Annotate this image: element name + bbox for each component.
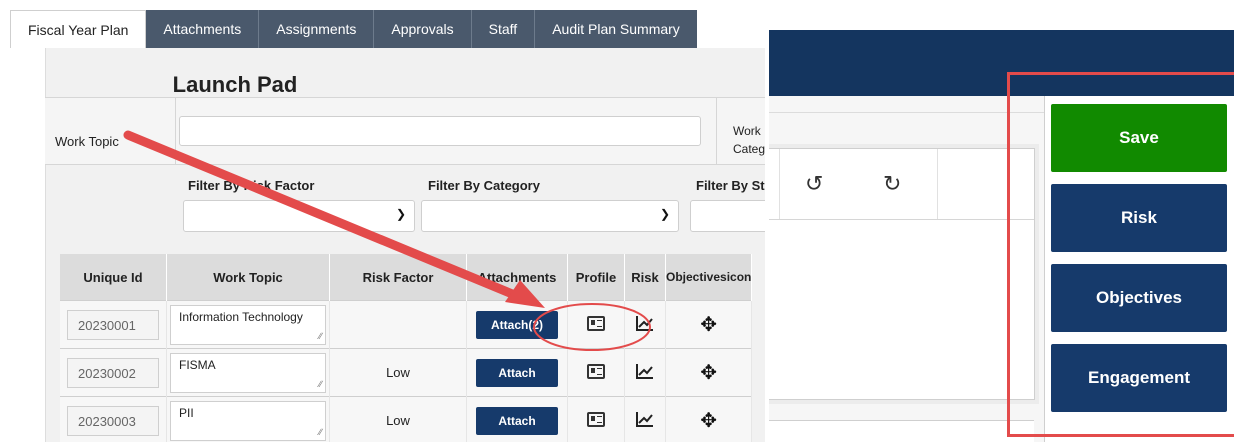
work-topic-field[interactable]: FISMA ∕∕ [170, 352, 326, 393]
toolbar-divider [779, 149, 780, 219]
unique-id-field: 20230002 [67, 357, 159, 388]
filter-status-label: Filter By Status [696, 178, 765, 193]
work-topic-text: FISMA [179, 357, 216, 372]
tab-audit-plan-summary[interactable]: Audit Plan Summary [535, 10, 697, 48]
move-icon[interactable]: ✥ [700, 410, 717, 432]
status-select[interactable] [690, 200, 765, 232]
work-topic-text: PII [179, 405, 194, 420]
move-icon[interactable]: ✥ [700, 314, 717, 336]
filter-risk-factor-label: Filter By Risk Factor [188, 178, 315, 193]
attach-button[interactable]: Attach [476, 406, 558, 435]
work-topic-text: Information Technology [179, 309, 303, 324]
chevron-down-icon: ❯ [659, 207, 670, 221]
launch-pad-screenshot: Fiscal Year Plan Attachments Assignments… [0, 0, 765, 442]
table-header-row: Unique Id Work Topic Risk Factor Attachm… [60, 254, 753, 301]
undo-icon[interactable]: ↺ [805, 171, 823, 197]
category-select[interactable]: ❯ [421, 200, 679, 232]
column-header-profile: Profile [567, 254, 625, 301]
table-row: 20230002 FISMA ∕∕ Low Attach ✥ [60, 348, 753, 397]
column-header-risk-factor: Risk Factor [329, 254, 467, 301]
tab-attachments[interactable]: Attachments [146, 10, 260, 48]
tab-fiscal-year-plan[interactable]: Fiscal Year Plan [10, 10, 147, 48]
work-topic-field[interactable]: PII ∕∕ [170, 400, 326, 441]
resize-grip-icon[interactable]: ∕∕ [319, 377, 322, 391]
table-row: 20230001 Information Technology ∕∕ Attach… [60, 300, 753, 349]
tab-staff[interactable]: Staff [471, 10, 536, 48]
risk-chart-icon[interactable] [636, 363, 654, 379]
risk-factor-cell: Low [329, 396, 467, 442]
risk-chart-icon[interactable] [636, 315, 654, 331]
work-topic-label: Work Topic [55, 134, 119, 149]
toolbar-divider [937, 149, 938, 219]
editor-toolbar: ↺ ↻ [769, 149, 1034, 220]
unique-id-field: 20230003 [67, 405, 159, 436]
column-header-work-topic: Work Topic [166, 254, 330, 301]
editor-screenshot: ↺ ↻ Save Risk Objectives Engagement [769, 0, 1234, 442]
resize-grip-icon[interactable]: ∕∕ [319, 329, 322, 343]
unique-id-field: 20230001 [67, 309, 159, 340]
attach-button[interactable]: Attach [476, 358, 558, 387]
tab-approvals[interactable]: Approvals [374, 10, 472, 48]
work-category-label: Work Category [733, 124, 765, 156]
filter-category-label: Filter By Category [428, 178, 540, 193]
tab-bar: Fiscal Year Plan Attachments Assignments… [10, 10, 697, 48]
chevron-down-icon: ❯ [395, 207, 406, 221]
divider [175, 98, 176, 164]
resize-grip-icon[interactable]: ∕∕ [319, 425, 322, 439]
page-title: Launch Pad [172, 72, 298, 97]
work-topic-input[interactable] [179, 116, 701, 146]
work-topic-table: Unique Id Work Topic Risk Factor Attachm… [60, 254, 753, 442]
column-header-attachments: Attachments [466, 254, 568, 301]
tab-assignments[interactable]: Assignments [259, 10, 375, 48]
annotation-highlight-box [1007, 72, 1234, 437]
attach-button[interactable]: Attach(2) [476, 310, 558, 339]
table-row: 20230003 PII ∕∕ Low Attach ✥ [60, 396, 753, 442]
column-header-objectives-icon: Objectivesicon [665, 254, 753, 301]
risk-factor-select[interactable]: ❯ [183, 200, 415, 232]
risk-factor-cell: Low [329, 348, 467, 397]
work-topic-field[interactable]: Information Technology ∕∕ [170, 304, 326, 345]
redo-icon[interactable]: ↻ [883, 171, 901, 197]
editor-footer [769, 420, 1034, 442]
column-header-unique-id: Unique Id [60, 254, 167, 301]
column-header-risk: Risk [624, 254, 666, 301]
divider [769, 112, 1047, 113]
divider [716, 98, 717, 164]
work-topic-row: Work Topic Work Category [45, 97, 765, 165]
profile-icon[interactable] [587, 363, 605, 379]
risk-factor-cell [329, 300, 467, 349]
move-icon[interactable]: ✥ [700, 362, 717, 384]
rich-text-editor[interactable]: ↺ ↻ [769, 148, 1035, 400]
risk-chart-icon[interactable] [636, 411, 654, 427]
profile-icon[interactable] [587, 411, 605, 427]
profile-icon[interactable] [587, 315, 605, 331]
